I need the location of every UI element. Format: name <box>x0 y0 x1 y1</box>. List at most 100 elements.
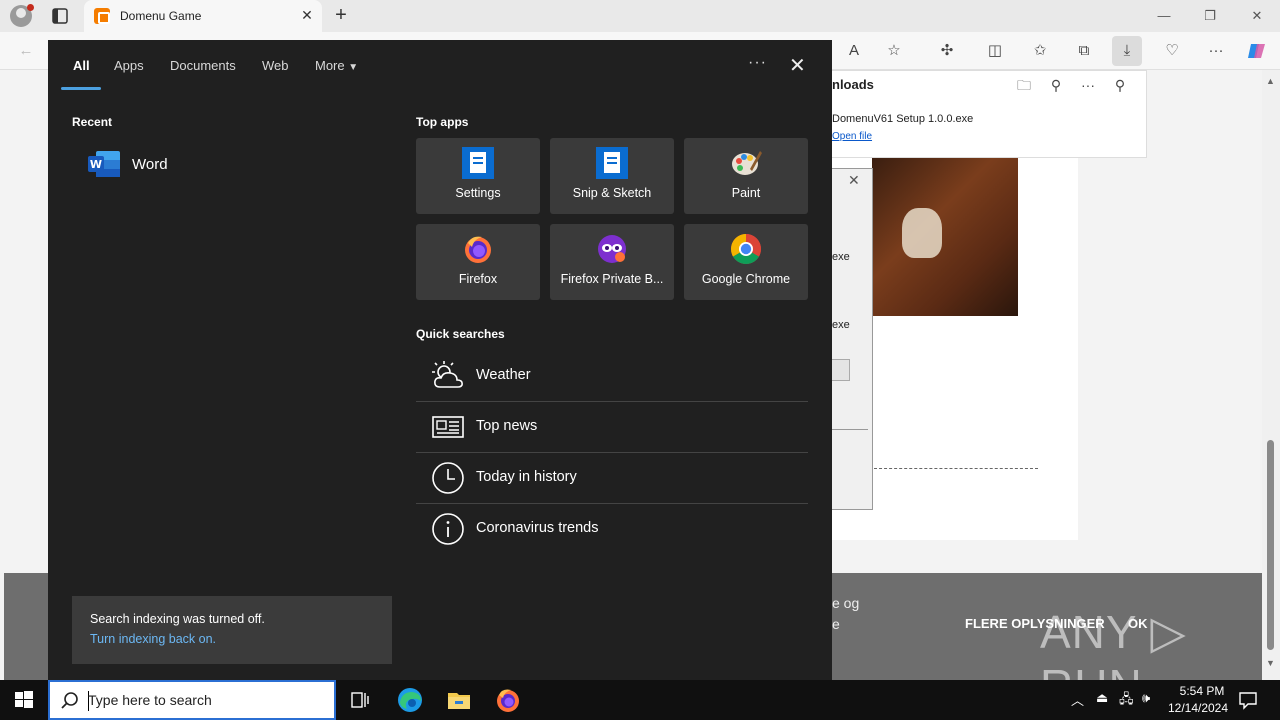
show-hidden-icons-icon[interactable]: ︿ <box>1071 690 1084 709</box>
app-tile-settings[interactable]: Settings <box>416 138 540 214</box>
volume-icon[interactable]: 🕪 <box>1142 690 1150 706</box>
word-icon: W <box>88 151 120 177</box>
minimize-icon[interactable]: — <box>1154 6 1174 26</box>
downloads-title: nloads <box>832 77 874 92</box>
browser-tab[interactable]: Domenu Game ✕ <box>84 0 322 32</box>
more-options-icon[interactable]: ··· <box>1078 75 1098 95</box>
profile-notification-dot <box>27 4 34 11</box>
clock-date[interactable]: 12/14/2024 <box>1162 701 1234 715</box>
dashed-divider <box>874 468 1038 469</box>
svg-text:W: W <box>90 158 102 171</box>
quick-search-top-news[interactable]: Top news <box>416 402 808 453</box>
dialog-close-icon[interactable]: ✕ <box>848 172 860 189</box>
scroll-down-icon[interactable]: ▼ <box>1266 658 1275 668</box>
browser-tab-bar: Domenu Game ✕ + — ❐ ✕ <box>0 0 1280 32</box>
taskbar: Type here to search ︿ ⏏ 🖧 🕪 5:54 PM 12/1… <box>0 680 1280 720</box>
recent-item-word[interactable]: W Word <box>86 149 386 179</box>
tab-apps[interactable]: Apps <box>114 58 144 73</box>
recent-heading: Recent <box>72 115 113 129</box>
quick-search-weather[interactable]: Weather <box>416 351 808 402</box>
tab-more[interactable]: More ▼ <box>315 58 358 73</box>
scroll-up-icon[interactable]: ▲ <box>1266 76 1275 86</box>
settings-more-icon[interactable]: ··· <box>1206 41 1226 61</box>
tab-close-icon[interactable]: ✕ <box>298 6 316 24</box>
search-placeholder: Type here to search <box>88 692 212 708</box>
quick-search-label: Coronavirus trends <box>476 520 599 536</box>
top-apps-heading: Top apps <box>416 115 469 129</box>
new-tab-button[interactable]: + <box>330 4 352 26</box>
quick-search-label: Today in history <box>476 469 577 485</box>
favorites-icon[interactable]: ✩ <box>1030 41 1050 61</box>
app-tile-firefox-private[interactable]: Firefox Private B... <box>550 224 674 300</box>
downloads-panel: nloads 🗀 ⚲ ··· ⚲ DomenuV61 Setup 1.0.0.e… <box>832 70 1147 158</box>
dialog-text: exe <box>832 251 850 263</box>
turn-indexing-on-link[interactable]: Turn indexing back on. <box>90 632 216 646</box>
pin-icon[interactable]: ⚲ <box>1110 75 1130 95</box>
tab-all[interactable]: All <box>73 58 90 73</box>
info-icon <box>431 512 465 546</box>
network-icon[interactable]: 🖧 <box>1119 690 1134 712</box>
newspaper-icon <box>431 410 465 444</box>
app-tile-label: Google Chrome <box>701 272 791 286</box>
dialog-button[interactable] <box>832 359 850 381</box>
extensions-icon[interactable]: ✣ <box>937 41 957 61</box>
cookie-text: e <box>832 616 840 632</box>
taskbar-search-box[interactable]: Type here to search <box>48 680 336 720</box>
file-explorer-icon[interactable] <box>443 684 475 716</box>
firefox-private-icon <box>596 233 628 265</box>
search-downloads-icon[interactable]: ⚲ <box>1046 75 1066 95</box>
download-file-name: DomenuV61 Setup 1.0.0.exe <box>832 113 974 125</box>
open-folder-icon[interactable]: 🗀 <box>1014 75 1034 95</box>
task-view-icon[interactable] <box>344 684 376 716</box>
app-tile-paint[interactable]: Paint <box>684 138 808 214</box>
tab-actions-icon[interactable] <box>50 6 70 26</box>
windows-start-icon[interactable] <box>0 680 48 720</box>
favorite-star-icon[interactable]: ☆ <box>884 41 904 61</box>
page-scrollbar[interactable]: ▲ ▼ <box>1262 70 1280 680</box>
clock-icon <box>431 461 465 495</box>
firefox-taskbar-icon[interactable] <box>492 684 524 716</box>
collections-icon[interactable]: ⧉ <box>1074 41 1094 61</box>
app-tile-google-chrome[interactable]: Google Chrome <box>684 224 808 300</box>
downloads-icon[interactable]: ⤓ <box>1112 36 1142 66</box>
installer-dialog: ✕ exe exe <box>832 168 873 510</box>
clock-time[interactable]: 5:54 PM <box>1172 684 1232 698</box>
open-file-link[interactable]: Open file <box>832 131 872 142</box>
quick-search-label: Top news <box>476 418 538 434</box>
blogger-favicon-icon <box>94 8 110 24</box>
read-aloud-icon[interactable]: A <box>844 41 864 61</box>
more-options-button[interactable]: ··· <box>748 54 767 72</box>
quick-search-label: Weather <box>476 367 531 383</box>
back-arrow-icon[interactable]: ← <box>16 41 36 61</box>
tab-documents[interactable]: Documents <box>170 58 236 73</box>
copilot-icon[interactable] <box>1247 41 1267 61</box>
dialog-text: exe <box>832 319 850 331</box>
quick-search-coronavirus-trends[interactable]: Coronavirus trends <box>416 504 808 555</box>
window-close-icon[interactable]: ✕ <box>1247 6 1267 26</box>
edge-icon[interactable] <box>394 684 426 716</box>
quick-search-today-in-history[interactable]: Today in history <box>416 453 808 504</box>
active-tab-indicator <box>61 87 101 90</box>
indexing-notice: Search indexing was turned off. Turn ind… <box>72 596 392 664</box>
scroll-thumb[interactable] <box>1267 440 1274 650</box>
safely-remove-icon[interactable]: ⏏ <box>1096 690 1108 706</box>
app-tile-firefox[interactable]: Firefox <box>416 224 540 300</box>
windows-search-panel: All Apps Documents Web More ▼ ··· ✕ Rece… <box>48 40 832 680</box>
cookie-text: e og <box>832 595 860 611</box>
notifications-icon[interactable] <box>1236 688 1260 712</box>
tab-title: Domenu Game <box>120 9 202 23</box>
app-tile-label: Paint <box>731 186 761 200</box>
split-screen-icon[interactable]: ◫ <box>985 41 1005 61</box>
restore-icon[interactable]: ❐ <box>1200 6 1220 26</box>
dialog-divider <box>832 429 868 430</box>
tab-web[interactable]: Web <box>262 58 289 73</box>
chevron-down-icon: ▼ <box>348 62 359 73</box>
app-tile-label: Settings <box>455 186 501 200</box>
recent-item-label: Word <box>132 156 168 173</box>
app-tile-snip-sketch[interactable]: Snip & Sketch <box>550 138 674 214</box>
app-tile-label: Firefox Private B... <box>560 272 664 286</box>
tab-more-label: More <box>315 58 345 73</box>
browser-essentials-icon[interactable]: ♡ <box>1162 41 1182 61</box>
close-icon[interactable]: ✕ <box>789 53 806 78</box>
weather-cloud-sun-icon <box>431 359 465 393</box>
